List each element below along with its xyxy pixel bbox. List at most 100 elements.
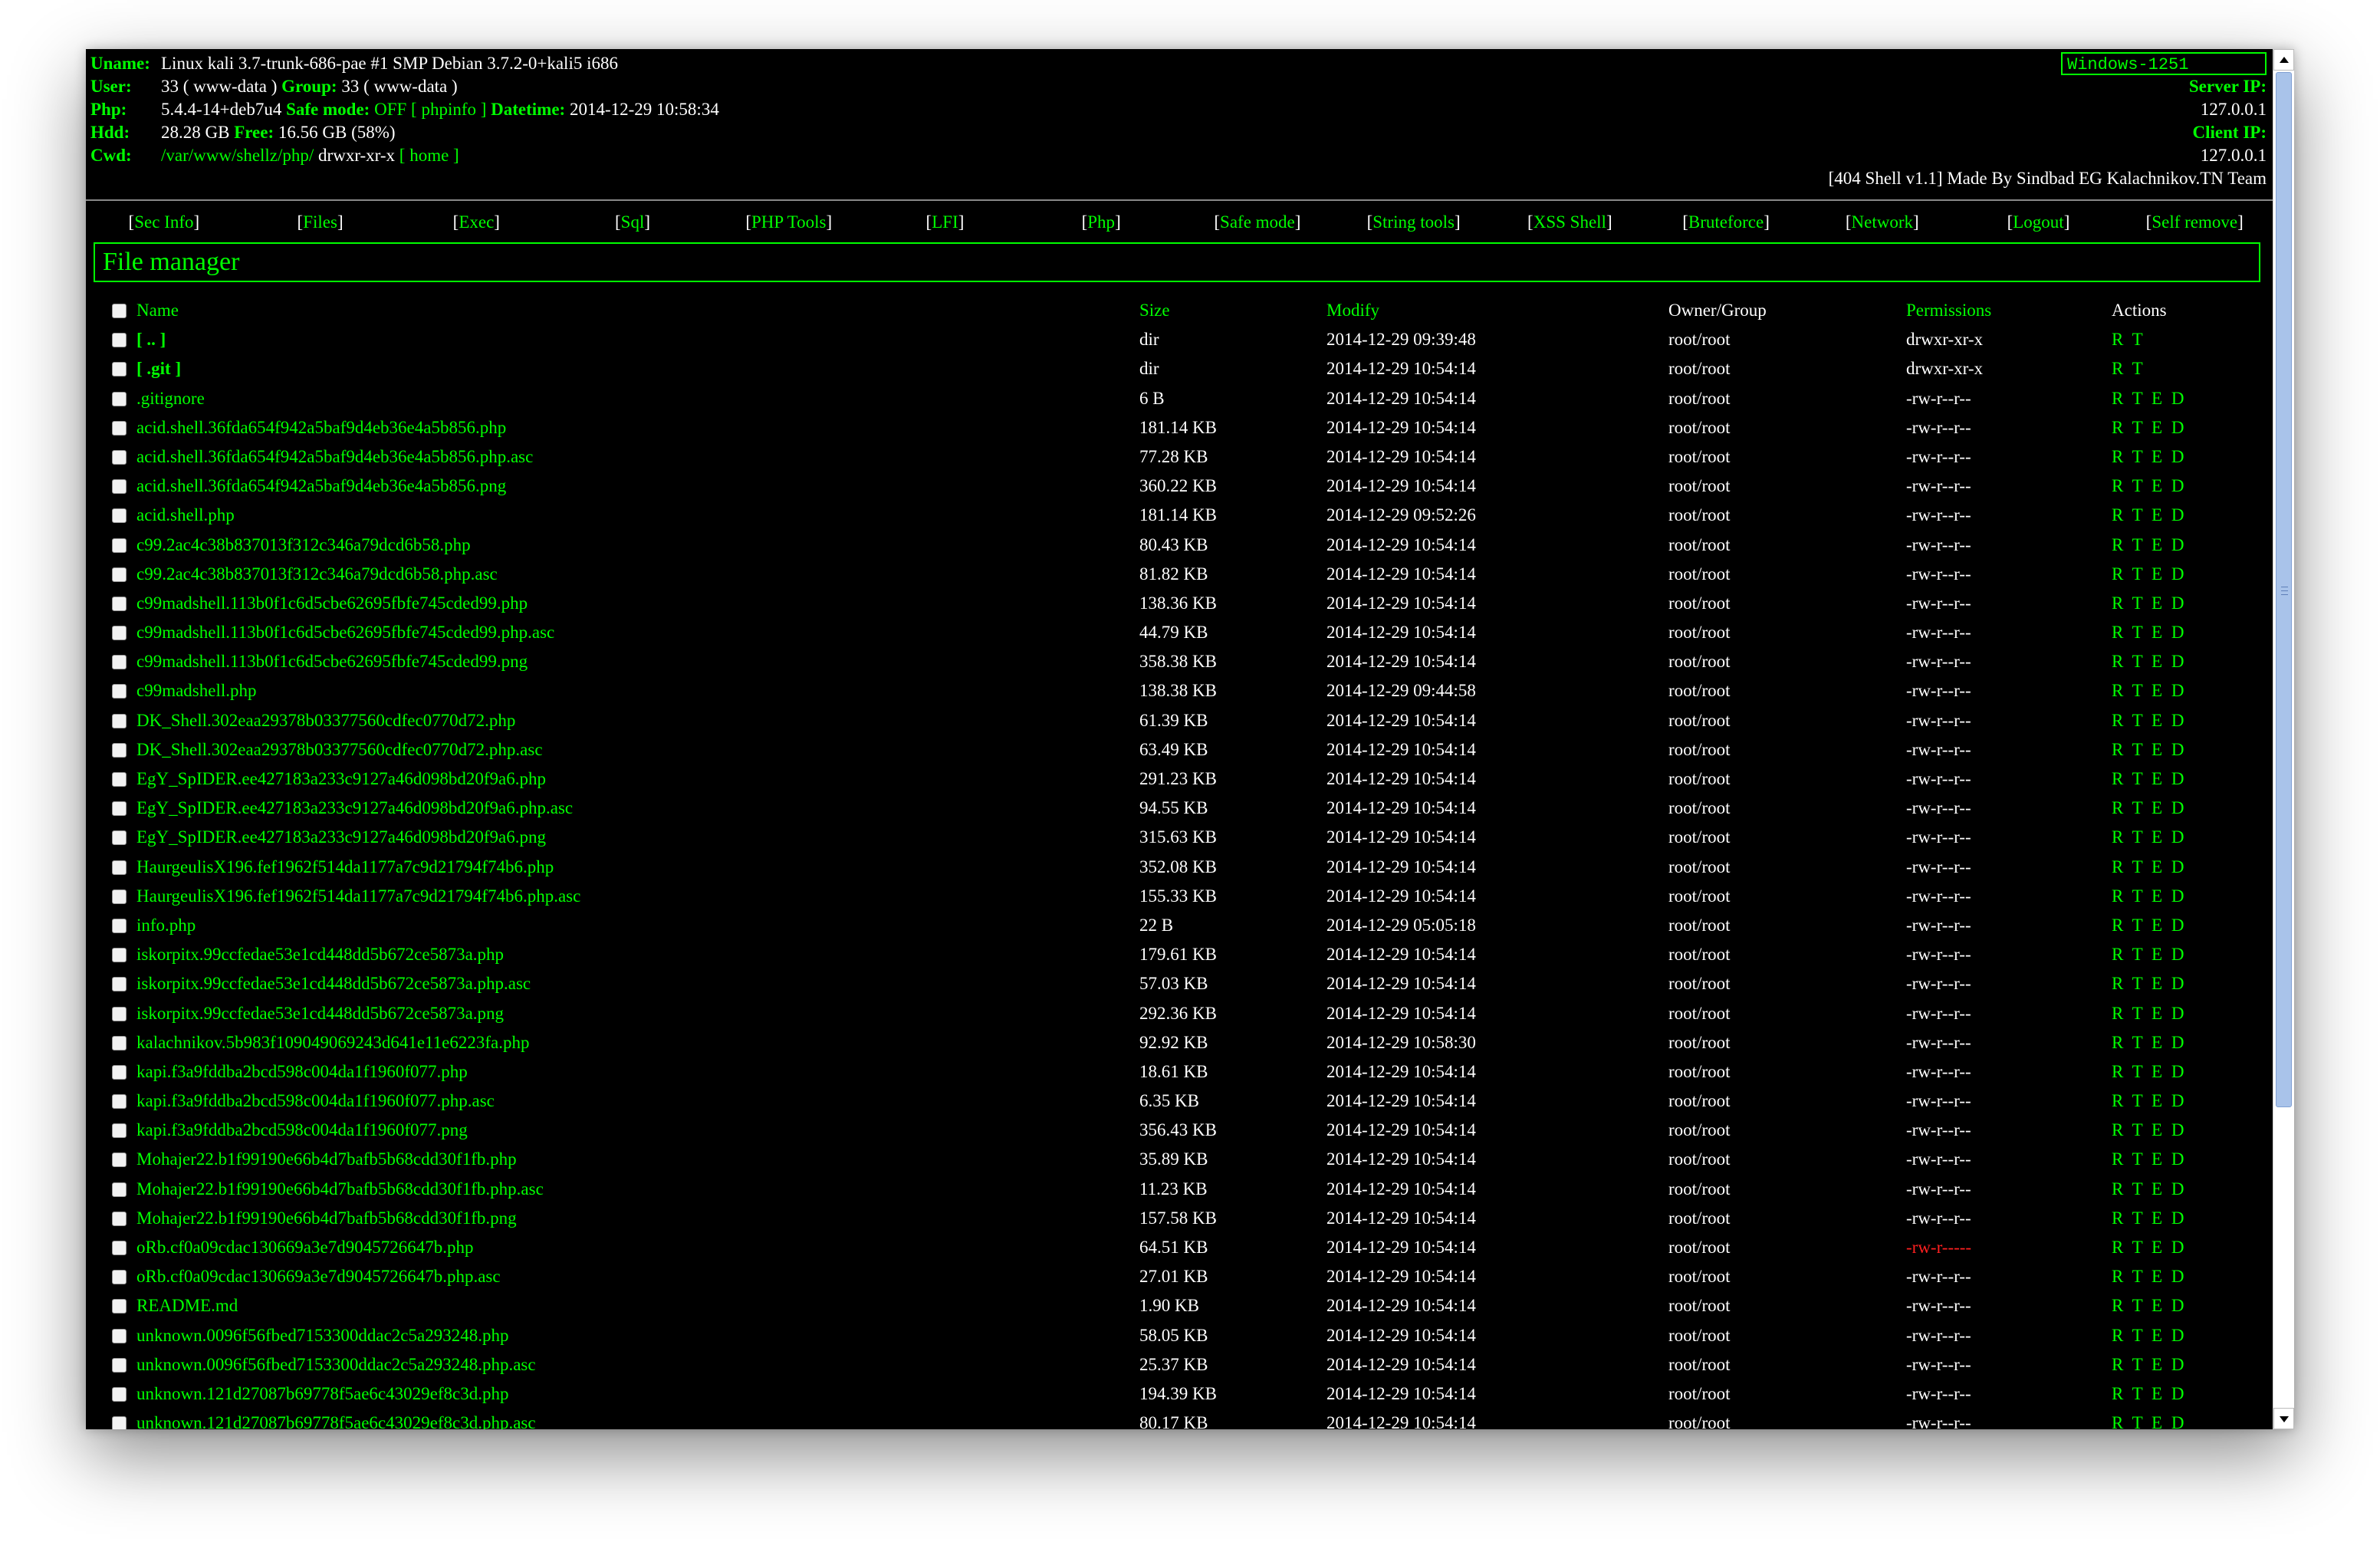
file-actions[interactable]: R T E D xyxy=(2112,618,2186,647)
file-name-link[interactable]: kapi.f3a9fddba2bcd598c004da1f1960f077.ph… xyxy=(136,1087,495,1116)
file-actions[interactable]: R T E D xyxy=(2112,472,2186,501)
row-checkbox[interactable] xyxy=(112,567,127,582)
file-permissions[interactable]: -rw-r--r-- xyxy=(1906,911,1971,940)
directory-link[interactable]: [ .git ] xyxy=(136,354,181,383)
file-actions[interactable]: R T xyxy=(2112,354,2145,383)
scrollbar-thumb[interactable] xyxy=(2276,72,2292,1107)
file-actions[interactable]: R T E D xyxy=(2112,1175,2186,1204)
file-actions[interactable]: R T E D xyxy=(2112,647,2186,676)
file-name-link[interactable]: unknown.0096f56fbed7153300ddac2c5a293248… xyxy=(136,1321,508,1350)
file-actions[interactable]: R T E D xyxy=(2112,1116,2186,1145)
file-actions[interactable]: R T E D xyxy=(2112,735,2186,764)
row-checkbox[interactable] xyxy=(112,948,127,963)
file-actions[interactable]: R T E D xyxy=(2112,442,2186,472)
row-checkbox[interactable] xyxy=(112,1006,127,1021)
row-checkbox[interactable] xyxy=(112,420,127,436)
file-name-link[interactable]: acid.shell.36fda654f942a5baf9d4eb36e4a5b… xyxy=(136,442,533,472)
row-checkbox[interactable] xyxy=(112,1182,127,1197)
file-name-link[interactable]: iskorpitx.99ccfedae53e1cd448dd5b672ce587… xyxy=(136,969,531,998)
file-permissions[interactable]: -rw-r--r-- xyxy=(1906,501,1971,530)
file-actions[interactable]: R T E D xyxy=(2112,560,2186,589)
file-name-link[interactable]: kalachnikov.5b983f109049069243d641e11e62… xyxy=(136,1028,530,1057)
file-permissions[interactable]: -rw-r--r-- xyxy=(1906,1057,1971,1087)
file-permissions[interactable]: -rw-r--r-- xyxy=(1906,882,1971,911)
file-name-link[interactable]: oRb.cf0a09cdac130669a3e7d9045726647b.php… xyxy=(136,1262,501,1291)
file-name-link[interactable]: c99madshell.php xyxy=(136,676,257,705)
menu-item-php-tools[interactable]: [PHP Tools] xyxy=(711,209,867,236)
file-name-link[interactable]: DK_Shell.302eaa29378b03377560cdfec0770d7… xyxy=(136,735,543,764)
menu-item-self-remove[interactable]: [Self remove] xyxy=(2116,209,2273,236)
file-permissions[interactable]: -rw-r--r-- xyxy=(1906,647,1971,676)
file-permissions[interactable]: -rw-r--r-- xyxy=(1906,1116,1971,1145)
file-name-link[interactable]: DK_Shell.302eaa29378b03377560cdfec0770d7… xyxy=(136,706,515,735)
file-actions[interactable]: R T E D xyxy=(2112,531,2186,560)
file-actions[interactable]: R T E D xyxy=(2112,1057,2186,1087)
menu-item-lfi[interactable]: [LFI] xyxy=(867,209,1024,236)
row-checkbox[interactable] xyxy=(112,1152,127,1168)
file-actions[interactable]: R T E D xyxy=(2112,794,2186,823)
file-actions[interactable]: R T E D xyxy=(2112,1321,2186,1350)
file-permissions[interactable]: -rw-r--r-- xyxy=(1906,706,1971,735)
file-name-link[interactable]: Mohajer22.b1f99190e66b4d7bafb5b68cdd30f1… xyxy=(136,1175,544,1204)
file-permissions[interactable]: -rw-r--r-- xyxy=(1906,384,1971,413)
file-name-link[interactable]: EgY_SpIDER.ee427183a233c9127a46d098bd20f… xyxy=(136,764,546,794)
file-permissions[interactable]: -rw-r--r-- xyxy=(1906,853,1971,882)
menu-item-network[interactable]: [Network] xyxy=(1804,209,1961,236)
file-permissions[interactable]: -rw-r--r-- xyxy=(1906,1409,1971,1429)
row-checkbox[interactable] xyxy=(112,860,127,875)
row-checkbox[interactable] xyxy=(112,479,127,495)
file-actions[interactable]: R T E D xyxy=(2112,1087,2186,1116)
file-name-link[interactable]: HaurgeulisX196.fef1962f514da1177a7c9d217… xyxy=(136,882,580,911)
row-checkbox[interactable] xyxy=(112,1299,127,1314)
row-checkbox[interactable] xyxy=(112,1211,127,1226)
row-checkbox[interactable] xyxy=(112,538,127,553)
column-permissions-header[interactable]: Permissions xyxy=(1906,296,1991,325)
column-size-header[interactable]: Size xyxy=(1139,296,1170,325)
file-actions[interactable]: R T E D xyxy=(2112,911,2186,940)
vertical-scrollbar[interactable] xyxy=(2273,49,2294,1429)
menu-item-string-tools[interactable]: [String tools] xyxy=(1336,209,1492,236)
row-checkbox[interactable] xyxy=(112,391,127,406)
menu-item-xss-shell[interactable]: [XSS Shell] xyxy=(1491,209,1648,236)
menu-item-files[interactable]: [Files] xyxy=(242,209,399,236)
row-checkbox[interactable] xyxy=(112,596,127,611)
file-actions[interactable]: R T E D xyxy=(2112,676,2186,705)
file-name-link[interactable]: c99.2ac4c38b837013f312c346a79dcd6b58.php… xyxy=(136,560,498,589)
file-permissions[interactable]: -rw-r--r-- xyxy=(1906,589,1971,618)
cwd-path-link[interactable]: /var/www/shellz/php/ xyxy=(161,146,314,165)
home-link[interactable]: [ home ] xyxy=(399,146,459,165)
file-name-link[interactable]: info.php xyxy=(136,911,196,940)
row-checkbox[interactable] xyxy=(112,1123,127,1139)
file-actions[interactable]: R T E D xyxy=(2112,501,2186,530)
file-name-link[interactable]: acid.shell.php xyxy=(136,501,235,530)
file-actions[interactable]: R T E D xyxy=(2112,1379,2186,1409)
scroll-up-button[interactable] xyxy=(2273,49,2294,71)
file-permissions[interactable]: -rw-r--r-- xyxy=(1906,794,1971,823)
row-checkbox[interactable] xyxy=(112,333,127,348)
file-actions[interactable]: R T E D xyxy=(2112,1291,2186,1320)
menu-item-bruteforce[interactable]: [Bruteforce] xyxy=(1648,209,1804,236)
file-name-link[interactable]: oRb.cf0a09cdac130669a3e7d9045726647b.php xyxy=(136,1233,473,1262)
menu-item-php[interactable]: [Php] xyxy=(1023,209,1179,236)
file-actions[interactable]: R T E D xyxy=(2112,1204,2186,1233)
file-permissions[interactable]: -rw-r--r-- xyxy=(1906,531,1971,560)
file-permissions[interactable]: -rw-r--r-- xyxy=(1906,413,1971,442)
file-permissions[interactable]: -rw-r----- xyxy=(1906,1233,1971,1262)
row-checkbox[interactable] xyxy=(112,626,127,641)
file-permissions[interactable]: -rw-r--r-- xyxy=(1906,1175,1971,1204)
file-name-link[interactable]: unknown.0096f56fbed7153300ddac2c5a293248… xyxy=(136,1350,536,1379)
file-name-link[interactable]: EgY_SpIDER.ee427183a233c9127a46d098bd20f… xyxy=(136,823,546,852)
file-name-link[interactable]: unknown.121d27087b69778f5ae6c43029ef8c3d… xyxy=(136,1409,536,1429)
file-actions[interactable]: R T E D xyxy=(2112,1262,2186,1291)
file-permissions[interactable]: -rw-r--r-- xyxy=(1906,823,1971,852)
file-actions[interactable]: R T E D xyxy=(2112,384,2186,413)
column-modify-header[interactable]: Modify xyxy=(1326,296,1379,325)
row-checkbox[interactable] xyxy=(112,449,127,465)
phpinfo-link[interactable]: [ phpinfo ] xyxy=(411,100,486,119)
row-checkbox[interactable] xyxy=(112,1094,127,1110)
file-actions[interactable]: R T E D xyxy=(2112,999,2186,1028)
file-permissions[interactable]: -rw-r--r-- xyxy=(1906,735,1971,764)
row-checkbox[interactable] xyxy=(112,684,127,699)
file-permissions[interactable]: -rw-r--r-- xyxy=(1906,999,1971,1028)
file-permissions[interactable]: -rw-r--r-- xyxy=(1906,442,1971,472)
